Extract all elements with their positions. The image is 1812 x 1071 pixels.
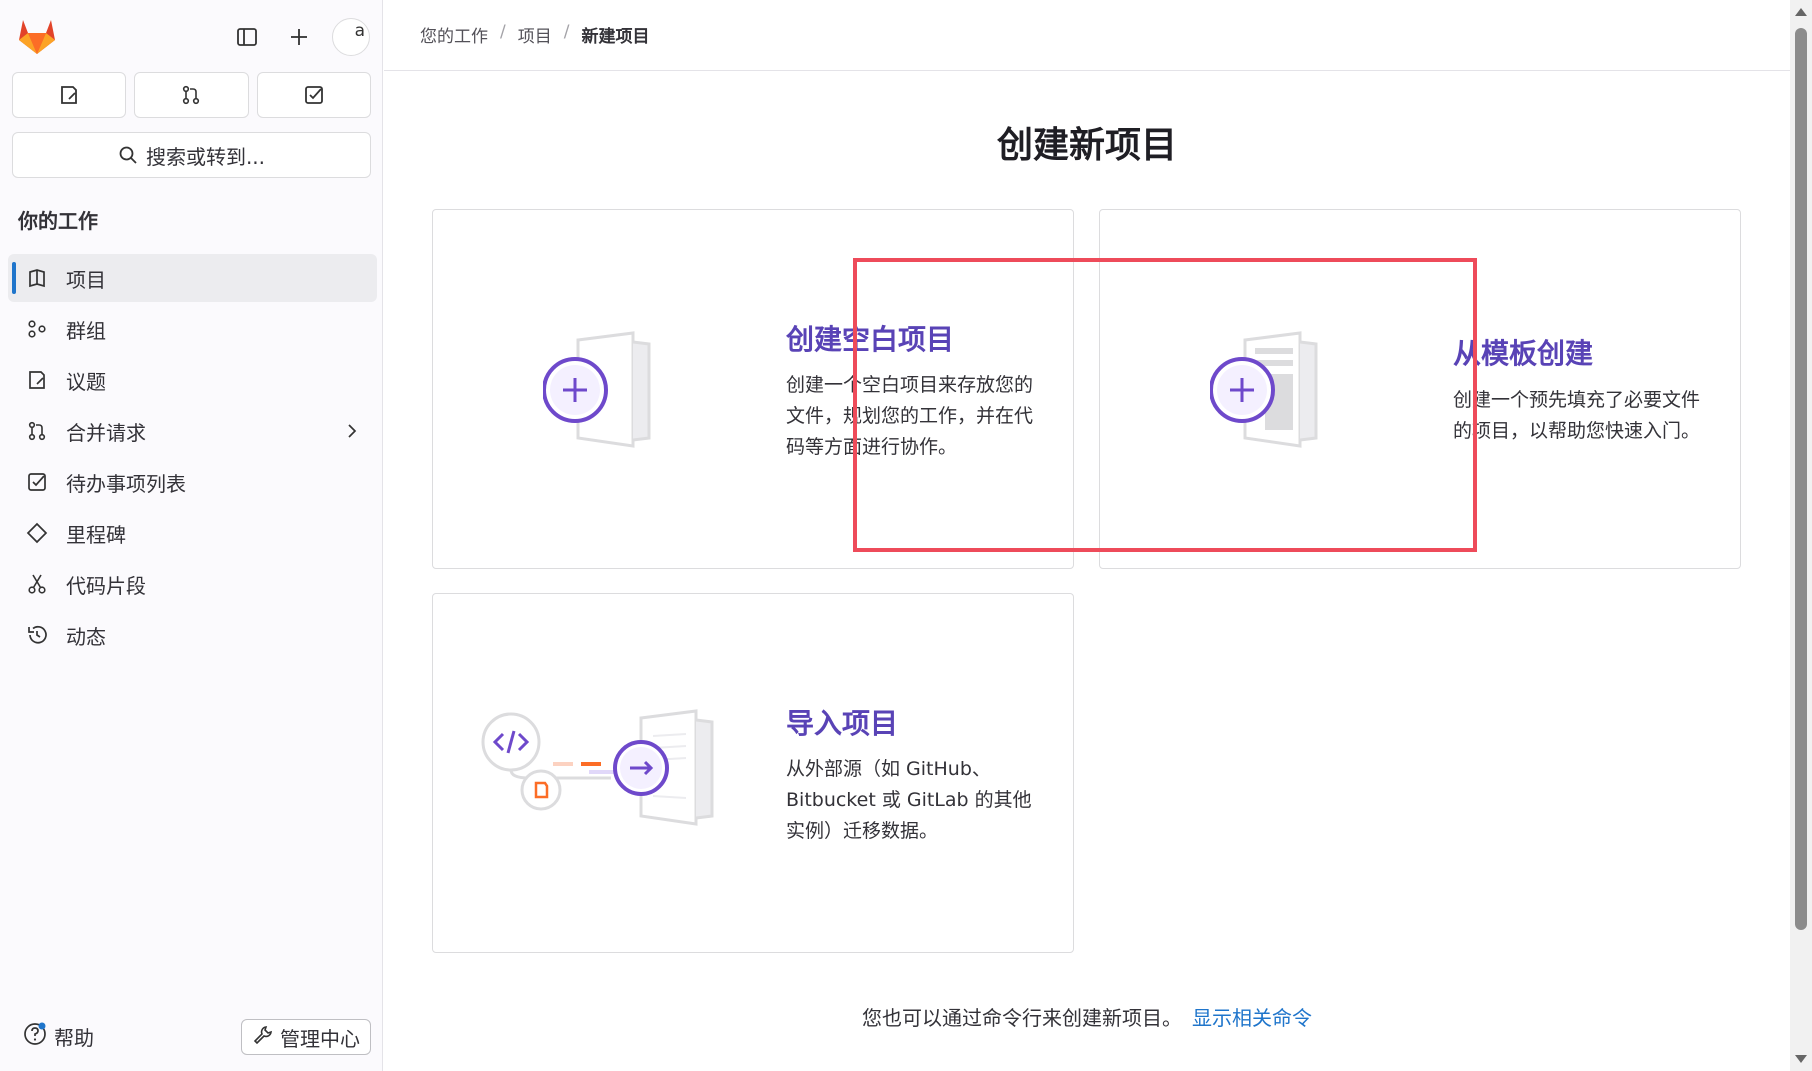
avatar-alt-text: a (354, 21, 365, 41)
sidebar-item-milestones[interactable]: 里程碑 (8, 509, 377, 557)
sidebar-item-todo[interactable]: 待办事项列表 (8, 458, 377, 506)
gitlab-logo-icon[interactable] (16, 16, 58, 56)
milestone-icon (24, 520, 50, 546)
search-button[interactable]: 搜索或转到... (12, 132, 371, 178)
help-label: 帮助 (54, 1026, 94, 1050)
highlight-box (853, 258, 1477, 552)
card-description: 创建一个预先填充了必要文件 的项目，以帮助您快速入门。 (1453, 385, 1733, 447)
sidebar-item-label: 代码片段 (66, 573, 146, 598)
desc-line: Bitbucket 或 GitLab 的其他 (786, 789, 1032, 811)
breadcrumb-item-your-work[interactable]: 您的工作 (420, 22, 488, 47)
toggle-sidebar-icon[interactable] (228, 19, 266, 55)
sidebar-item-merge-requests[interactable]: 合并请求 (8, 407, 377, 455)
sidebar-item-label: 里程碑 (66, 522, 126, 547)
assigned-issues-button[interactable] (12, 72, 127, 118)
help-button[interactable]: 帮助 (22, 1021, 94, 1052)
wrench-icon (252, 1024, 274, 1051)
todo-button[interactable] (256, 72, 371, 118)
scroll-down-arrow-icon[interactable] (1795, 1055, 1807, 1063)
sidebar-item-label: 动态 (66, 624, 106, 649)
sidebar-item-label: 议题 (66, 369, 106, 394)
search-icon (119, 146, 137, 164)
sidebar-item-groups[interactable]: 群组 (8, 305, 377, 353)
card-description: 从外部源（如 GitHub、 Bitbucket 或 GitLab 的其他 实例… (786, 754, 1066, 847)
todo-icon (304, 86, 323, 104)
breadcrumb-separator: / (500, 22, 506, 42)
show-commands-link[interactable]: 显示相关命令 (1192, 1006, 1312, 1030)
sidebar-item-issues[interactable]: 议题 (8, 356, 377, 404)
sidebar-item-label: 合并请求 (66, 420, 146, 445)
issues-icon (61, 86, 78, 104)
breadcrumb-item-projects[interactable]: 项目 (518, 22, 552, 47)
admin-area-button[interactable]: 管理中心 (241, 1019, 371, 1055)
admin-label: 管理中心 (280, 1026, 360, 1051)
issues-icon (24, 367, 50, 393)
project-icon (24, 265, 50, 291)
sidebar-item-label: 群组 (66, 318, 106, 343)
scroll-up-arrow-icon[interactable] (1795, 8, 1807, 16)
sidebar-item-activity[interactable]: 动态 (8, 611, 377, 659)
help-icon (22, 1021, 48, 1052)
sidebar-item-label: 项目 (66, 267, 106, 292)
desc-line: 的项目，以帮助您快速入门。 (1453, 420, 1701, 442)
breadcrumb: 您的工作 / 项目 / 新建项目 (420, 22, 649, 47)
import-illustration (481, 706, 741, 840)
cli-note: 您也可以通过命令行来创建新项目。 显示相关命令 (384, 1002, 1790, 1031)
desc-line: 创建一个预先填充了必要文件 (1453, 389, 1701, 411)
page-title: 创建新项目 (996, 125, 1177, 166)
sidebar-item-projects[interactable]: 项目 (8, 254, 377, 302)
vertical-scrollbar[interactable] (1790, 0, 1812, 1071)
header-divider (384, 70, 1790, 71)
todo-icon (24, 469, 50, 495)
search-label: 搜索或转到... (145, 144, 266, 169)
history-icon (24, 622, 50, 648)
create-new-icon[interactable] (280, 19, 318, 55)
card-title: 导入项目 (786, 707, 899, 740)
desc-line: 实例）迁移数据。 (786, 820, 939, 842)
section-title: 你的工作 (18, 209, 98, 233)
cli-note-text: 您也可以通过命令行来创建新项目。 (862, 1006, 1182, 1030)
sidebar-item-label: 待办事项列表 (66, 471, 186, 496)
blank-project-illustration (542, 328, 673, 462)
breadcrumb-separator: / (563, 22, 570, 42)
merge-requests-button[interactable] (134, 72, 249, 118)
breadcrumb-item-current: 新建项目 (581, 27, 650, 47)
snippet-icon (24, 571, 50, 597)
merge-request-icon (183, 85, 200, 105)
left-sidebar: a 搜索或转到... 你的工作 项目 群组 议题 合并请求 待办事项列表 里程碑… (0, 0, 383, 1071)
group-icon (24, 316, 50, 342)
chevron-right-icon[interactable] (343, 421, 361, 445)
import-project-card[interactable]: 导入项目 从外部源（如 GitHub、 Bitbucket 或 GitLab 的… (432, 593, 1074, 953)
sidebar-footer: 帮助 管理中心 (0, 1011, 383, 1071)
scrollbar-thumb[interactable] (1795, 28, 1807, 930)
sidebar-nav: 项目 群组 议题 合并请求 待办事项列表 里程碑 代码片段 动态 (8, 254, 377, 662)
desc-line: 从外部源（如 GitHub、 (786, 758, 991, 780)
main-content: 您的工作 / 项目 / 新建项目 创建新项目 创建空白项目 创建一个空白项目来存… (384, 0, 1790, 1071)
sidebar-item-snippets[interactable]: 代码片段 (8, 560, 377, 608)
merge-request-icon (24, 418, 50, 444)
user-avatar[interactable]: a (332, 18, 370, 56)
